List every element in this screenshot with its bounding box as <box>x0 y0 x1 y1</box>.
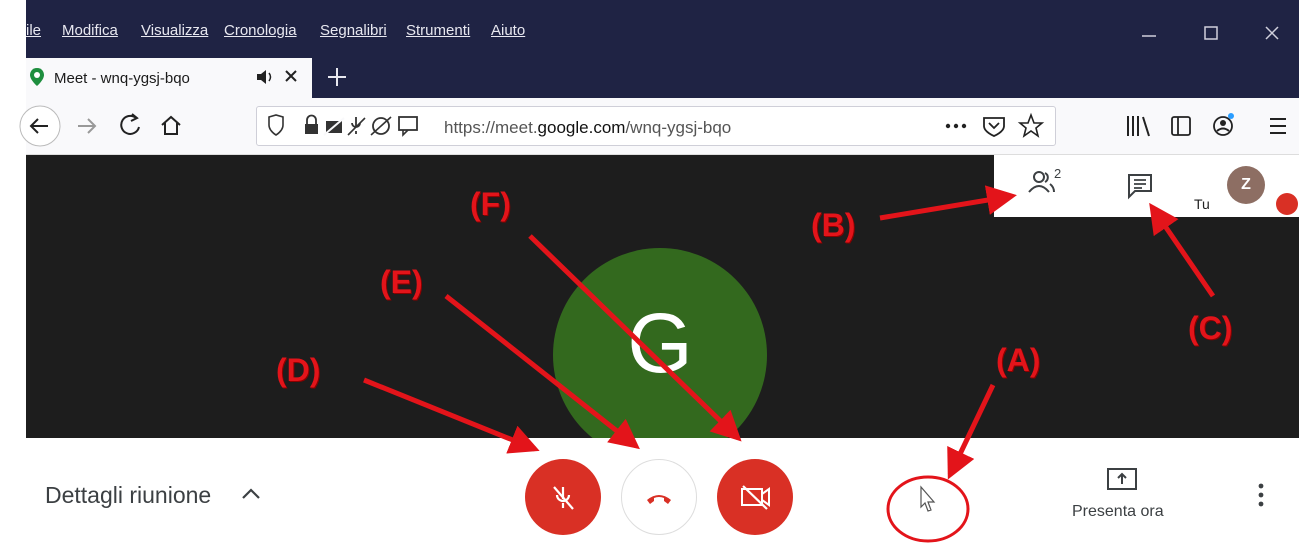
self-mic-muted-badge <box>1276 193 1298 215</box>
menu-strumenti[interactable]: Strumenti <box>406 22 470 39</box>
page-actions-icon <box>945 123 951 129</box>
menu-file[interactable]: ile <box>26 22 41 39</box>
mic-blocked-icon <box>351 117 361 134</box>
chat-icon[interactable] <box>1126 172 1156 200</box>
browser-menubar: ile Modifica Visualizza Cronologia Segna… <box>26 0 1299 58</box>
mouse-cursor-icon <box>920 485 936 512</box>
annotation-c: (C) <box>1188 310 1233 346</box>
annotation-e: (E) <box>380 264 423 300</box>
hamburger-menu-icon <box>1270 118 1286 134</box>
more-options-icon[interactable] <box>1254 482 1268 510</box>
new-tab-icon[interactable] <box>326 66 348 88</box>
mic-off-icon <box>553 486 574 510</box>
shield-icon <box>268 114 284 136</box>
self-avatar[interactable]: Z <box>1227 166 1265 204</box>
menu-aiuto[interactable]: Aiuto <box>491 22 525 39</box>
sidebar-icon <box>1171 116 1191 136</box>
present-screen-icon <box>1107 468 1137 490</box>
annotation-d: (D) <box>276 352 321 388</box>
camera-toggle-button[interactable] <box>717 459 793 535</box>
library-icon <box>1127 116 1150 137</box>
tab-close-icon <box>285 70 297 82</box>
tab-actions <box>257 70 297 84</box>
menu-cronologia[interactable]: Cronologia <box>224 22 297 39</box>
meeting-details-button[interactable]: Dettagli riunione <box>45 482 211 509</box>
nav-buttons <box>19 105 181 147</box>
home-icon <box>161 115 181 135</box>
camera-off-icon <box>741 485 770 510</box>
participants-count: 2 <box>1054 166 1062 181</box>
bookmark-star-icon <box>1017 112 1045 138</box>
annotation-b: (B) <box>811 207 856 243</box>
chevron-up-icon <box>242 488 260 499</box>
url-bar-actions <box>945 112 1045 138</box>
close-window-icon <box>1265 26 1279 40</box>
menu-visualizza[interactable]: Visualizza <box>141 22 208 39</box>
toolbar-right-icons <box>1127 113 1286 137</box>
meet-favicon-icon <box>30 68 44 86</box>
leave-call-button[interactable] <box>621 459 697 535</box>
tab-title: Meet - wnq-ygsj-bqo <box>54 70 190 87</box>
annotation-a: (A) <box>996 342 1041 378</box>
self-label: Tu <box>1194 196 1210 212</box>
participant-initial: G <box>627 296 693 390</box>
forward-icon <box>78 118 97 134</box>
mic-toggle-button[interactable] <box>525 459 601 535</box>
url-bar-icons <box>268 114 418 137</box>
hang-up-icon <box>647 495 671 504</box>
window-controls <box>1142 26 1279 40</box>
url-text: https://meet.google.com/wnq-ygsj-bqo <box>444 118 732 137</box>
present-now-button[interactable]: Presenta ora <box>1072 503 1164 521</box>
notification-icon <box>398 116 418 131</box>
speaker-icon <box>257 70 266 84</box>
lock-icon <box>305 124 318 134</box>
annotation-f: (F) <box>470 186 511 222</box>
menu-modifica[interactable]: Modifica <box>62 22 118 39</box>
menu-segnalibri[interactable]: Segnalibri <box>320 22 387 39</box>
maximize-icon <box>1204 26 1218 40</box>
